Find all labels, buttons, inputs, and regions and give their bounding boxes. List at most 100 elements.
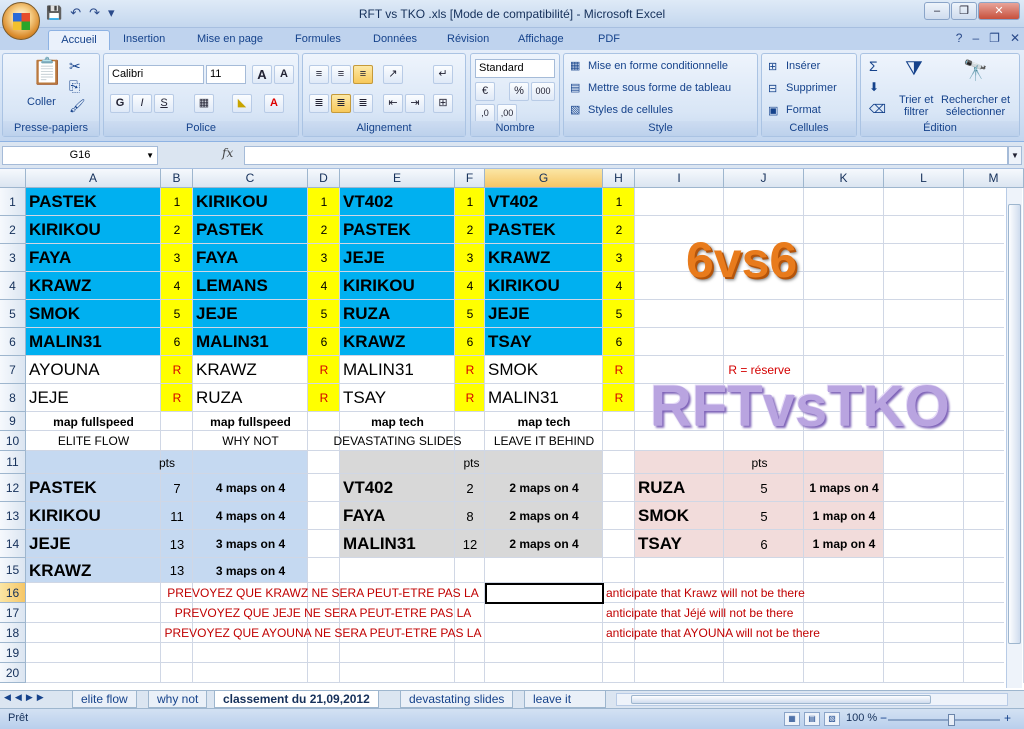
thousands-button[interactable]: 000 (531, 82, 555, 101)
row-header-12[interactable]: 12 (0, 474, 26, 502)
row-header-14[interactable]: 14 (0, 530, 26, 558)
row-header-2[interactable]: 2 (0, 216, 26, 244)
column-header-f[interactable]: F (455, 169, 485, 188)
row-header-5[interactable]: 5 (0, 300, 26, 328)
row-header-19[interactable]: 19 (0, 643, 26, 663)
tab-pdf[interactable]: PDF (592, 30, 626, 50)
column-header-g[interactable]: G (485, 169, 603, 188)
tab-insertion[interactable]: Insertion (117, 30, 171, 50)
row-header-4[interactable]: 4 (0, 272, 26, 300)
decrease-indent-icon[interactable]: ⇤ (383, 94, 403, 113)
tab-accueil[interactable]: Accueil (48, 30, 110, 50)
normal-view-icon[interactable]: ▦ (784, 712, 800, 726)
align-right-icon[interactable]: ≣ (353, 94, 373, 113)
formula-input[interactable] (244, 146, 1008, 165)
spreadsheet-grid[interactable]: PASTEK KIRIKOU FAYA KRAWZ SMOK MALIN31 1 2 3 4 5 6 A… (0, 169, 1024, 690)
column-header-e[interactable]: E (340, 169, 455, 188)
ribbon-restore-button[interactable]: ❐ (989, 31, 1000, 45)
delete-button[interactable]: Supprimer (786, 82, 837, 94)
tab-mise-en-page[interactable]: Mise en page (191, 30, 269, 50)
number-format-box[interactable]: Standard (475, 59, 555, 78)
sheet-tab-classement[interactable]: classement du 21,09,2012 (214, 691, 379, 708)
zoom-level[interactable]: 100 % (846, 712, 877, 724)
sort-filter-button[interactable]: Trier et filtrer (899, 94, 933, 118)
zoom-out-icon[interactable]: − (880, 711, 887, 725)
horizontal-scrollbar[interactable] (616, 693, 1008, 706)
paste-button[interactable]: Coller (27, 96, 56, 108)
close-button[interactable]: ✕ (978, 2, 1020, 20)
align-bottom-icon[interactable]: ≡ (353, 65, 373, 84)
increase-indent-icon[interactable]: ⇥ (405, 94, 425, 113)
office-button[interactable] (2, 2, 40, 40)
ribbon-minimize-button[interactable]: – (972, 31, 979, 45)
cut-icon[interactable]: ✂ (69, 58, 81, 75)
column-header-m[interactable]: M (964, 169, 1024, 188)
bold-button[interactable]: G (110, 94, 130, 113)
scroll-thumb[interactable] (1008, 204, 1021, 644)
zoom-slider-knob[interactable] (948, 714, 955, 726)
font-name-box[interactable]: Calibri (108, 65, 204, 84)
row-header-7[interactable]: 7 (0, 356, 26, 384)
page-break-icon[interactable]: ▧ (824, 712, 840, 726)
sheet-tab-leave-it-behind[interactable]: leave it behi (524, 691, 606, 708)
merge-center-icon[interactable]: ⊞ (433, 94, 453, 113)
conditional-format-button[interactable]: Mise en forme conditionnelle (588, 60, 728, 72)
row-header-15[interactable]: 15 (0, 558, 26, 583)
row-header-17[interactable]: 17 (0, 603, 26, 623)
zoom-in-icon[interactable]: + (1004, 711, 1011, 725)
font-color-icon[interactable]: A (264, 94, 284, 113)
insert-function-icon[interactable]: fx (222, 146, 233, 160)
row-header-3[interactable]: 3 (0, 244, 26, 272)
tab-formules[interactable]: Formules (289, 30, 347, 50)
percent-button[interactable]: % (509, 82, 529, 101)
autosum-button[interactable]: Σ (869, 58, 878, 74)
active-cell-g16[interactable] (485, 583, 604, 604)
chevron-down-icon[interactable]: ▼ (146, 147, 154, 164)
find-select-button[interactable]: Rechercher et sélectionner (941, 94, 1010, 118)
tab-affichage[interactable]: Affichage (512, 30, 570, 50)
fill-icon[interactable]: ⬇ (869, 80, 879, 94)
zoom-slider[interactable] (888, 714, 1000, 726)
borders-icon[interactable]: ▦ (194, 94, 214, 113)
row-header-16[interactable]: 16 (0, 583, 26, 603)
fill-color-icon[interactable]: ◣ (232, 94, 252, 113)
italic-button[interactable]: I (132, 94, 152, 113)
row-header-8[interactable]: 8 (0, 384, 26, 412)
page-layout-icon[interactable]: ▤ (804, 712, 820, 726)
row-header-10[interactable]: 10 (0, 431, 26, 451)
column-header-l[interactable]: L (884, 169, 964, 188)
align-center-icon[interactable]: ≣ (331, 94, 351, 113)
orientation-icon[interactable]: ↗ (383, 65, 403, 84)
name-box[interactable]: G16 ▼ (2, 146, 158, 165)
row-header-9[interactable]: 9 (0, 412, 26, 431)
column-header-i[interactable]: I (635, 169, 724, 188)
select-all-corner[interactable] (0, 169, 26, 188)
align-top-icon[interactable]: ≡ (309, 65, 329, 84)
column-header-j[interactable]: J (724, 169, 804, 188)
row-header-18[interactable]: 18 (0, 623, 26, 643)
expand-formula-bar-icon[interactable]: ▼ (1008, 146, 1022, 165)
align-middle-icon[interactable]: ≡ (331, 65, 351, 84)
restore-button[interactable]: ❐ (951, 2, 977, 20)
shrink-font-button[interactable]: A (274, 65, 294, 84)
format-painter-icon[interactable]: 🖌 (69, 98, 86, 114)
tab-revision[interactable]: Révision (441, 30, 495, 50)
table-format-button[interactable]: Mettre sous forme de tableau (588, 82, 731, 94)
cell-styles-button[interactable]: Styles de cellules (588, 104, 673, 116)
vertical-scrollbar[interactable] (1006, 188, 1022, 688)
currency-icon[interactable]: € (475, 82, 495, 101)
column-header-k[interactable]: K (804, 169, 884, 188)
insert-button[interactable]: Insérer (786, 60, 820, 72)
sheet-tab-elite-flow[interactable]: elite flow (72, 691, 137, 708)
column-header-d[interactable]: D (308, 169, 340, 188)
sheet-tab-devastating-slides[interactable]: devastating slides (400, 691, 514, 708)
sheet-nav-arrows[interactable]: ◀◀▶▶ (4, 692, 48, 703)
copy-icon[interactable]: ⎘ (69, 78, 80, 95)
format-button[interactable]: Format (786, 104, 821, 116)
align-left-icon[interactable]: ≣ (309, 94, 329, 113)
grow-font-button[interactable]: A (252, 65, 272, 84)
scroll-thumb[interactable] (631, 695, 931, 704)
wrap-text-icon[interactable]: ↵ (433, 65, 453, 84)
column-header-b[interactable]: B (161, 169, 193, 188)
column-header-h[interactable]: H (603, 169, 635, 188)
